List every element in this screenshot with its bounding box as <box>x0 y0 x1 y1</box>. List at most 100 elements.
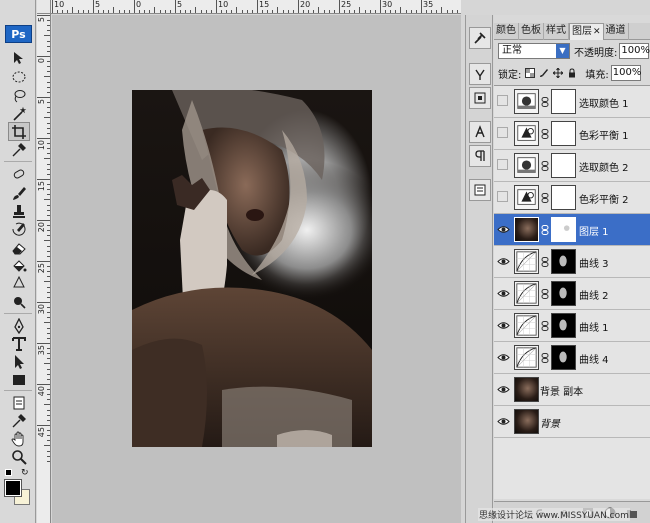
link-icon[interactable] <box>541 161 549 171</box>
brushes-icon[interactable] <box>469 63 491 85</box>
tab-color[interactable]: 颜色 <box>494 23 519 40</box>
layer-mask-thumbnail[interactable] <box>551 185 576 210</box>
layer-row[interactable]: 选取颜色 1 <box>494 86 650 118</box>
layer-thumbnail[interactable] <box>514 377 539 402</box>
lock-transparency-icon[interactable] <box>524 68 535 79</box>
curves-icon[interactable] <box>514 281 539 306</box>
visibility-toggle[interactable] <box>497 127 508 138</box>
eye-icon[interactable] <box>497 255 510 268</box>
chevron-down-icon[interactable]: ▼ <box>556 44 569 58</box>
color-balance-icon[interactable] <box>514 121 539 146</box>
link-icon[interactable] <box>541 353 549 363</box>
link-icon[interactable] <box>541 257 549 267</box>
path-select-icon[interactable] <box>8 352 30 371</box>
marquee-tool-icon[interactable] <box>8 67 30 86</box>
link-icon[interactable] <box>541 321 549 331</box>
layer-mask-thumbnail[interactable] <box>551 281 576 306</box>
hand-icon[interactable] <box>8 429 30 448</box>
layer-row[interactable]: 色彩平衡 1 <box>494 118 650 150</box>
opacity-input[interactable]: 100% <box>619 43 650 59</box>
link-icon[interactable] <box>541 225 549 235</box>
eye-icon[interactable] <box>497 351 510 364</box>
canvas-workspace[interactable] <box>52 15 461 523</box>
healing-brush-icon[interactable] <box>8 164 30 183</box>
magic-wand-icon[interactable] <box>8 104 30 123</box>
layers-panel: 颜色 色板 样式 图层✕ 通道 正常 ▼ 不透明度: 100% 锁定: 填充: … <box>494 15 650 523</box>
layer-mask-thumbnail[interactable] <box>551 249 576 274</box>
document-image[interactable] <box>132 90 372 447</box>
layer-comps-icon[interactable] <box>469 179 491 201</box>
tool-presets-icon[interactable] <box>469 27 491 49</box>
fill-input[interactable]: 100% <box>610 65 641 81</box>
visibility-toggle[interactable] <box>497 159 508 170</box>
visibility-toggle[interactable] <box>497 95 508 106</box>
ruler-origin[interactable] <box>37 0 51 14</box>
eyedropper-2-icon[interactable] <box>8 411 30 430</box>
eye-icon[interactable] <box>497 223 510 236</box>
layer-row[interactable]: 色彩平衡 2 <box>494 182 650 214</box>
blend-mode-select[interactable]: 正常 ▼ <box>498 43 570 59</box>
eye-icon[interactable] <box>497 319 510 332</box>
layer-mask-thumbnail[interactable] <box>551 153 576 178</box>
paint-bucket-icon[interactable] <box>8 256 30 275</box>
shape-tool-icon[interactable] <box>8 370 30 389</box>
lasso-tool-icon[interactable] <box>8 86 30 105</box>
tab-swatches[interactable]: 色板 <box>519 23 544 40</box>
selective-color-icon[interactable] <box>514 89 539 114</box>
layer-row[interactable]: 选取颜色 2 <box>494 150 650 182</box>
link-icon[interactable] <box>541 193 549 203</box>
type-tool-icon[interactable] <box>8 334 30 353</box>
curves-icon[interactable] <box>514 313 539 338</box>
lock-all-icon[interactable] <box>566 68 577 79</box>
eye-icon[interactable] <box>497 415 510 428</box>
layer-row[interactable]: 曲线 3 <box>494 246 650 278</box>
clone-source-icon[interactable] <box>469 87 491 109</box>
tab-channels[interactable]: 通道 <box>604 23 629 40</box>
link-icon[interactable] <box>541 97 549 107</box>
eyedropper-icon[interactable] <box>8 140 30 159</box>
history-brush-icon[interactable] <box>8 219 30 238</box>
lock-position-icon[interactable] <box>552 68 563 79</box>
layer-mask-thumbnail[interactable] <box>551 345 576 370</box>
eraser-icon[interactable] <box>8 238 30 257</box>
close-icon[interactable]: ✕ <box>593 27 601 37</box>
default-colors-icon[interactable] <box>5 469 12 476</box>
layer-thumbnail[interactable] <box>514 217 539 242</box>
pen-tool-icon[interactable] <box>8 316 30 335</box>
paragraph-icon[interactable] <box>469 145 491 167</box>
eye-icon[interactable] <box>497 287 510 300</box>
blur-icon[interactable] <box>8 274 30 293</box>
layer-row[interactable]: 图层 1 <box>494 214 650 246</box>
link-icon[interactable] <box>541 129 549 139</box>
brush-icon[interactable] <box>8 183 30 202</box>
layer-row[interactable]: 背景 <box>494 406 650 438</box>
lock-pixels-icon[interactable] <box>538 68 549 79</box>
layer-mask-thumbnail[interactable] <box>551 217 576 242</box>
curves-icon[interactable] <box>514 345 539 370</box>
character-icon[interactable] <box>469 121 491 143</box>
visibility-toggle[interactable] <box>497 191 508 202</box>
foreground-color-swatch[interactable] <box>4 479 22 497</box>
move-tool-icon[interactable] <box>8 48 30 67</box>
layer-row[interactable]: 曲线 2 <box>494 278 650 310</box>
curves-icon[interactable] <box>514 249 539 274</box>
layer-mask-thumbnail[interactable] <box>551 89 576 114</box>
layer-mask-thumbnail[interactable] <box>551 121 576 146</box>
layer-mask-thumbnail[interactable] <box>551 313 576 338</box>
crop-tool-icon[interactable] <box>8 122 30 141</box>
tab-styles[interactable]: 样式 <box>544 23 569 40</box>
link-icon[interactable] <box>541 289 549 299</box>
notes-icon[interactable] <box>8 393 30 412</box>
tab-layers[interactable]: 图层✕ <box>569 23 604 40</box>
layer-thumbnail[interactable] <box>514 409 539 434</box>
swap-colors-icon[interactable]: ↻ <box>21 469 29 478</box>
color-balance-icon[interactable] <box>514 185 539 210</box>
eye-icon[interactable] <box>497 383 510 396</box>
zoom-icon[interactable] <box>8 447 30 466</box>
dodge-icon[interactable] <box>8 292 30 311</box>
layer-row[interactable]: 曲线 1 <box>494 310 650 342</box>
selective-color-icon[interactable] <box>514 153 539 178</box>
clone-stamp-icon[interactable] <box>8 201 30 220</box>
layer-row[interactable]: 背景 副本 <box>494 374 650 406</box>
layer-row[interactable]: 曲线 4 <box>494 342 650 374</box>
